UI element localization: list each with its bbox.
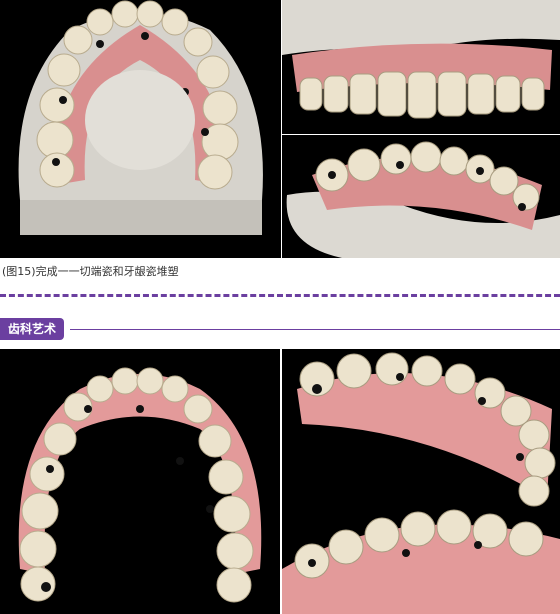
dashed-divider [0, 294, 560, 297]
figure-caption: (图15)完成一一切端瓷和牙龈瓷堆塑 [2, 265, 179, 278]
photo-upper-arch-model [0, 0, 281, 258]
photo-finished-arch-occlusal [0, 349, 280, 614]
photo-frontal-upper-prosthesis [282, 0, 560, 134]
photo-lower-arch-side-model [282, 135, 560, 258]
section-badge: 齿科艺术 [0, 318, 65, 340]
section-rule [70, 329, 560, 330]
photo-finished-arch-side-views [282, 349, 560, 614]
